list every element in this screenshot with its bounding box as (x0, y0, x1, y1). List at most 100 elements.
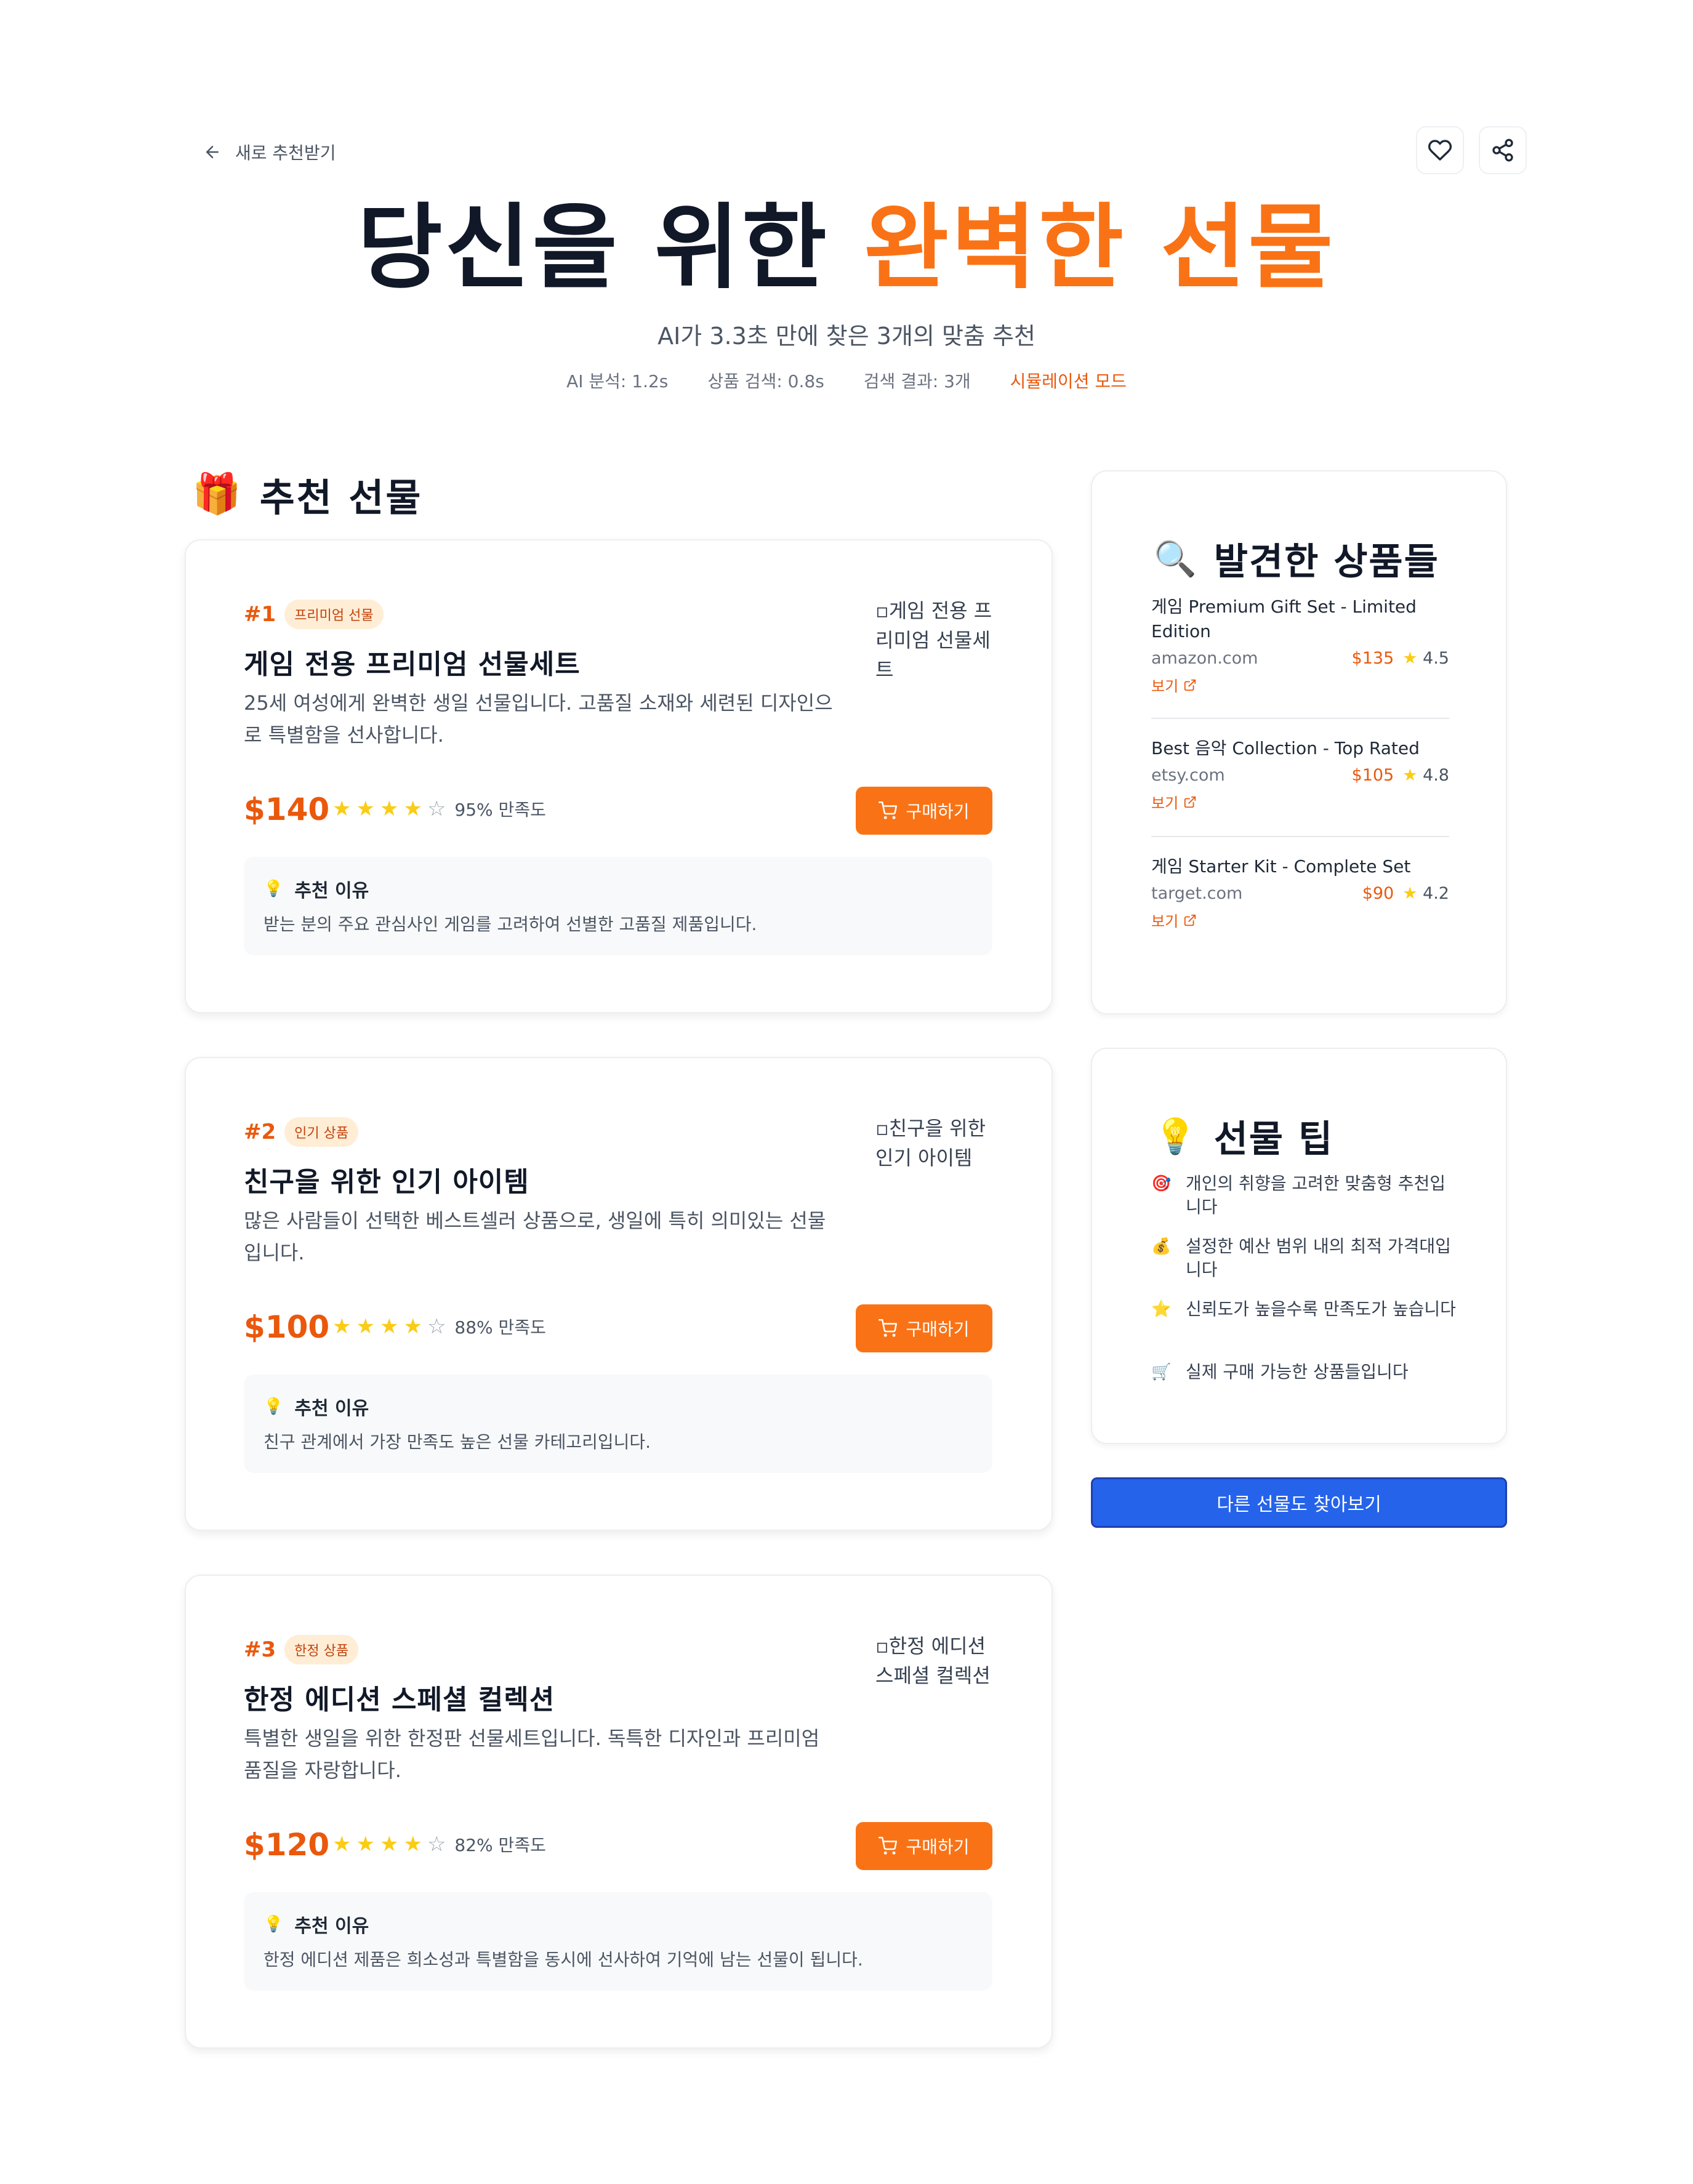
money-bag-icon: 💰 (1151, 1237, 1172, 1256)
gift-icon: 🎁 (192, 472, 241, 517)
product-price: $90 (1362, 884, 1394, 903)
product-rating: ★ 4.2 (1402, 884, 1449, 903)
back-button[interactable]: 새로 추천받기 (203, 140, 336, 164)
buy-button[interactable]: 구매하기 (856, 1822, 992, 1870)
star-icon: ⭐ (1151, 1300, 1172, 1319)
product-meta: etsy.com $105 ★ 4.8 (1151, 766, 1449, 785)
reason-header: 💡 추천 이유 (263, 875, 369, 902)
reason-text: 한정 에디션 제품은 희소성과 특별함을 동시에 선사하여 기억에 남는 선물이… (263, 1949, 863, 1970)
buy-label: 구매하기 (906, 1837, 970, 1857)
rating-stars: ★ ★ ★ ★ ☆ 95% 만족도 (332, 797, 546, 821)
category-badge: 인기 상품 (284, 1117, 359, 1147)
reason-text: 받는 분의 주요 관심사인 게임를 고려하여 선별한 고품질 제품입니다. (263, 914, 757, 934)
rank-number: #3 (244, 1637, 276, 1662)
view-link[interactable]: 보기 (1151, 909, 1449, 931)
star-icon: ★ (1402, 884, 1418, 903)
magnifier-icon: 🔍 (1154, 539, 1197, 579)
reason-box: 💡 추천 이유 친구 관계에서 가장 만족도 높은 선물 카테고리입니다. (244, 1375, 992, 1473)
section-title-text: 추천 선물 (259, 475, 423, 520)
reason-text: 친구 관계에서 가장 만족도 높은 선물 카테고리입니다. (263, 1432, 651, 1452)
product-name: 게임 Premium Gift Set - Limited Edition (1151, 596, 1417, 641)
mode-label: 시뮬레이션 모드 (1010, 371, 1127, 391)
star-filled-icon: ★ (403, 1314, 422, 1339)
star-filled-icon: ★ (379, 797, 399, 821)
reason-title: 추천 이유 (294, 1916, 369, 1937)
tip-text: 실제 구매 가능한 상품들입니다 (1186, 1362, 1409, 1382)
broken-image-icon: ▫ (875, 599, 889, 622)
tip-item: 🛒 실제 구매 가능한 상품들입니다 (1151, 1360, 1459, 1384)
star-filled-icon: ★ (403, 797, 422, 821)
tip-item: ⭐ 신뢰도가 높을수록 만족도가 높습니다 (1151, 1298, 1459, 1321)
category-badge: 프리미엄 선물 (284, 600, 384, 629)
rank-row: #3 한정 상품 (244, 1635, 359, 1664)
gift-card: #2 인기 상품 친구을 위한 인기 아이템 많은 사람들이 선택한 베스트셀러… (185, 1057, 1053, 1531)
stat-search-results: 검색 결과: 3개 (863, 371, 971, 391)
panel-title-text: 발견한 상품들 (1213, 540, 1439, 584)
star-icon: ★ (1402, 649, 1418, 668)
tip-item: 🎯 개인의 취향을 고려한 맞춤형 추천입니다 (1151, 1172, 1459, 1219)
tip-text: 신뢰도가 높을수록 만족도가 높습니다 (1186, 1299, 1456, 1319)
satisfaction: 82% 만족도 (454, 1835, 546, 1855)
lightbulb-icon: 💡 (263, 1397, 284, 1416)
external-link-icon (1184, 796, 1196, 808)
view-link[interactable]: 보기 (1151, 791, 1449, 813)
arrow-left-icon (206, 146, 219, 158)
star-filled-icon: ★ (379, 1832, 399, 1857)
lightbulb-icon: 💡 (263, 1915, 284, 1933)
tip-text: 설정한 예산 범위 내의 최적 가격대입니다 (1186, 1236, 1451, 1280)
star-filled-icon: ★ (356, 797, 375, 821)
image-alt-text: 한정 에디션 스페셜 컬렉션 (875, 1634, 991, 1687)
stat-ai-analysis: AI 분석: 1.2s (566, 371, 669, 391)
gift-price: $140 (244, 792, 330, 827)
buy-label: 구매하기 (906, 801, 970, 822)
favorite-button[interactable] (1416, 126, 1464, 174)
gift-image: ▫게임 전용 프리미엄 선물세트 (875, 596, 999, 685)
star-filled-icon: ★ (332, 1832, 352, 1857)
image-alt-text: 친구을 위한 인기 아이템 (875, 1117, 986, 1170)
star-filled-icon: ★ (356, 1314, 375, 1339)
gift-image: ▫한정 에디션 스페셜 컬렉션 (875, 1631, 999, 1690)
star-empty-icon: ☆ (427, 1832, 446, 1857)
tip-text: 개인의 취향을 고려한 맞춤형 추천입니다 (1186, 1173, 1446, 1217)
rank-number: #2 (244, 1120, 276, 1144)
stats-row: AI 분석: 1.2s 상품 검색: 0.8s 검색 결과: 3개 시뮬레이션 … (0, 368, 1693, 393)
product-store: amazon.com (1151, 649, 1258, 668)
gift-description: 특별한 생일을 위한 한정판 선물세트입니다. 독특한 디자인과 프리미엄 품질… (244, 1727, 820, 1782)
cart-icon (879, 1319, 898, 1337)
top-bar: 새로 추천받기 (203, 126, 1527, 182)
view-link[interactable]: 보기 (1151, 674, 1449, 696)
panel-title-text: 선물 팁 (1213, 1118, 1334, 1161)
find-more-gifts-button[interactable]: 다른 선물도 찾아보기 (1091, 1477, 1507, 1528)
lightbulb-icon: 💡 (1154, 1116, 1197, 1157)
gift-name: 한정 에디션 스페셜 컬렉션 (244, 1684, 555, 1716)
star-filled-icon: ★ (332, 797, 352, 821)
reason-title: 추천 이유 (294, 1398, 369, 1419)
panel-title: 🔍 발견한 상품들 (1154, 532, 1439, 585)
share-button[interactable] (1479, 126, 1527, 174)
panel-title: 💡 선물 팁 (1154, 1109, 1333, 1163)
view-label: 보기 (1151, 913, 1179, 930)
reason-box: 💡 추천 이유 받는 분의 주요 관심사인 게임를 고려하여 선별한 고품질 제… (244, 857, 992, 955)
product-price-rating: $135 ★ 4.5 (1352, 649, 1449, 668)
product-rating-value: 4.2 (1423, 884, 1449, 903)
stat-product-search: 상품 검색: 0.8s (707, 371, 824, 391)
product-rating-value: 4.8 (1423, 766, 1449, 785)
share-icon (1492, 139, 1513, 162)
divider (1151, 718, 1449, 719)
title-plain: 당신을 위한 (357, 195, 829, 302)
product-rating: ★ 4.5 (1402, 649, 1449, 668)
cart-icon (879, 801, 898, 819)
lightbulb-icon: 💡 (263, 880, 284, 898)
rating-stars: ★ ★ ★ ★ ☆ 82% 만족도 (332, 1832, 546, 1857)
buy-button[interactable]: 구매하기 (856, 1304, 992, 1352)
rating-stars: ★ ★ ★ ★ ☆ 88% 만족도 (332, 1314, 546, 1339)
image-alt-text: 게임 전용 프리미엄 선물세트 (875, 599, 992, 681)
category-badge: 한정 상품 (284, 1635, 359, 1664)
gift-card: #3 한정 상품 한정 에디션 스페셜 컬렉션 특별한 생일을 위한 한정판 선… (185, 1575, 1053, 2049)
buy-button[interactable]: 구매하기 (856, 787, 992, 835)
product-store: etsy.com (1151, 766, 1225, 785)
gift-description: 많은 사람들이 선택한 베스트셀러 상품으로, 생일에 특히 의미있는 선물입니… (244, 1209, 826, 1264)
product-price: $135 (1351, 649, 1394, 668)
gift-name: 친구을 위한 인기 아이템 (244, 1166, 529, 1198)
reason-title: 추천 이유 (294, 880, 369, 902)
